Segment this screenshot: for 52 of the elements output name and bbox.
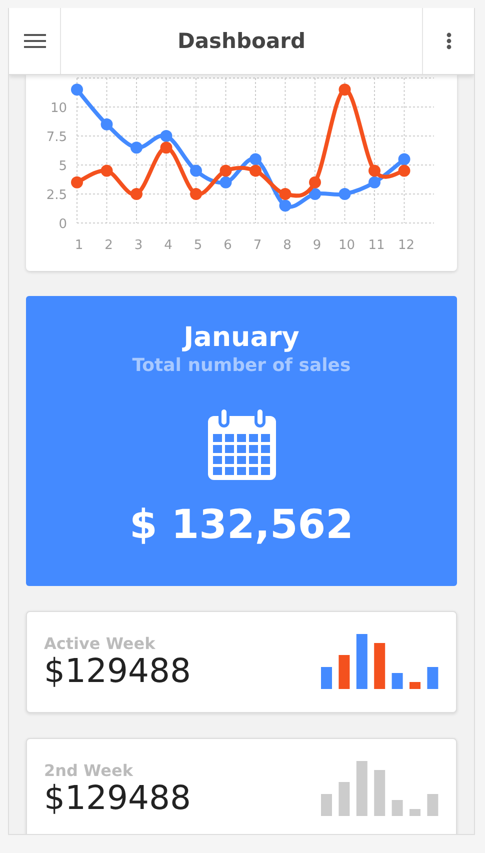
- data-point: [338, 188, 351, 200]
- more-icon: [446, 32, 452, 50]
- axis-label: 10: [50, 101, 67, 116]
- data-point: [220, 176, 232, 188]
- axis-label: 11: [368, 238, 385, 253]
- data-point: [71, 176, 83, 188]
- week-label: 2nd Week: [44, 761, 134, 780]
- axis-label: 9: [312, 238, 322, 253]
- axis-label: 7.5: [46, 130, 67, 145]
- data-point: [309, 176, 321, 188]
- axis-label: 4: [164, 238, 172, 253]
- calendar-icon: [208, 408, 276, 480]
- week-label: Active Week: [44, 634, 156, 654]
- week-amount: $129488: [44, 780, 192, 817]
- axis-label: 8: [283, 238, 292, 253]
- axis-label: 1: [74, 238, 84, 253]
- data-point: [190, 188, 202, 200]
- menu-icon: [24, 33, 46, 49]
- axis-label: 10: [338, 238, 356, 253]
- data-point: [250, 164, 262, 177]
- axis-label: 3: [134, 238, 143, 253]
- data-point: [338, 84, 351, 96]
- axis-label: 2: [104, 238, 113, 253]
- data-point: [190, 164, 202, 177]
- axis-label: 5: [194, 238, 202, 253]
- axis-label: 6: [224, 238, 232, 253]
- axis-label: 12: [398, 238, 415, 253]
- data-point: [368, 164, 380, 177]
- data-point: [279, 200, 292, 212]
- total-amount: $ 132,562: [130, 502, 354, 548]
- data-point: [368, 176, 380, 188]
- axis-label: 2.5: [46, 188, 67, 203]
- data-point: [220, 164, 232, 177]
- month-title: January: [184, 322, 300, 353]
- month-subtitle: Total number of sales: [132, 355, 351, 376]
- axis-label: 7: [253, 238, 262, 253]
- data-point: [100, 164, 113, 177]
- data-point: [100, 118, 113, 130]
- axis-label: 0: [58, 217, 67, 232]
- page-title: Dashboard: [177, 29, 306, 53]
- data-point: [309, 188, 321, 200]
- data-point: [250, 153, 262, 166]
- data-point: [130, 188, 142, 200]
- data-point: [160, 130, 172, 142]
- axis-label: 5: [58, 159, 67, 174]
- week-amount: $129488: [44, 653, 192, 690]
- data-point: [398, 164, 410, 177]
- data-point: [398, 153, 410, 166]
- data-point: [160, 142, 172, 154]
- data-point: [71, 84, 83, 96]
- data-point: [279, 188, 292, 200]
- data-point: [130, 142, 142, 154]
